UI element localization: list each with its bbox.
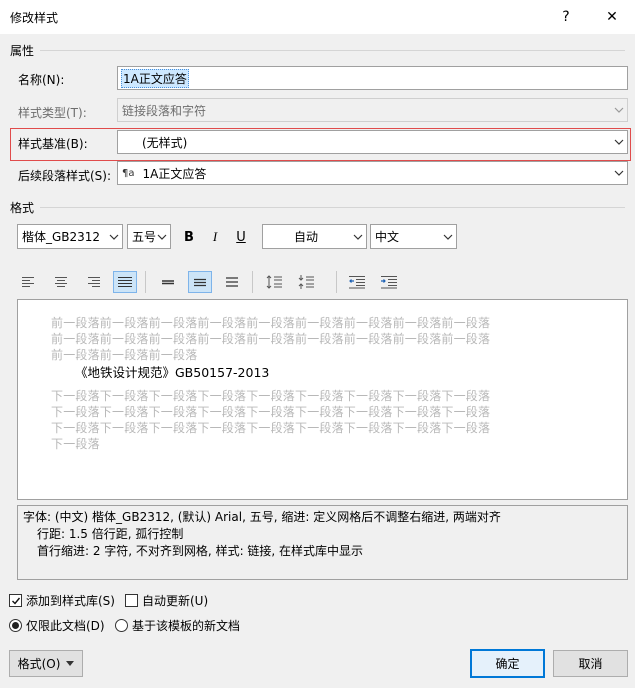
preview-gray-line: 下一段落下一段落下一段落下一段落下一段落下一段落下一段落下一段落下一段落 bbox=[51, 405, 491, 419]
preview-gray-line: 前一段落前一段落前一段落前一段落前一段落前一段落前一段落前一段落前一段落 bbox=[51, 316, 491, 330]
chevron-down-icon[interactable] bbox=[609, 162, 627, 184]
align-right-icon bbox=[88, 277, 100, 287]
checkmark-icon bbox=[11, 597, 20, 605]
properties-divider bbox=[40, 50, 625, 51]
properties-section-label: 属性 bbox=[10, 44, 35, 58]
ok-button[interactable]: 确定 bbox=[470, 649, 545, 678]
align-justify-button[interactable] bbox=[113, 271, 137, 293]
new-documents-radio[interactable] bbox=[115, 619, 128, 632]
title-bar bbox=[0, 0, 635, 34]
script-value: 中文 bbox=[375, 230, 400, 244]
only-this-document-radio[interactable] bbox=[9, 619, 22, 632]
chevron-down-icon[interactable] bbox=[104, 225, 122, 248]
toolbar-divider bbox=[336, 271, 337, 293]
format-divider bbox=[40, 207, 625, 208]
new-documents-label: 基于该模板的新文档 bbox=[132, 619, 241, 633]
name-input[interactable]: 1A正文应答 bbox=[117, 66, 628, 90]
cancel-button[interactable]: 取消 bbox=[553, 650, 628, 677]
line-spacing-single-icon bbox=[162, 280, 174, 285]
increase-paragraph-spacing-button[interactable] bbox=[262, 271, 286, 293]
based-on-value: (无样式) bbox=[142, 135, 188, 150]
preview-next-paragraph: 下一段落下一段落下一段落下一段落下一段落下一段落下一段落下一段落下一段落 下一段… bbox=[51, 388, 490, 452]
preview-gray-line: 下一段落 bbox=[51, 437, 100, 451]
based-on-label: 样式基准(B): bbox=[18, 137, 88, 151]
one-half-spacing-button[interactable] bbox=[188, 271, 212, 293]
add-to-gallery-option[interactable]: 添加到样式库(S) bbox=[9, 592, 115, 609]
line-spacing-onehalf-icon bbox=[194, 278, 206, 287]
align-right-button[interactable] bbox=[81, 271, 105, 293]
name-label: 名称(N): bbox=[18, 73, 65, 87]
decrease-indent-button[interactable] bbox=[345, 271, 369, 293]
name-input-value: 1A正文应答 bbox=[121, 68, 189, 88]
format-section-label: 格式 bbox=[10, 201, 35, 215]
align-center-button[interactable] bbox=[49, 271, 73, 293]
style-description: 字体: (中文) 楷体_GB2312, (默认) Arial, 五号, 缩进: … bbox=[17, 505, 628, 580]
font-select-value: 楷体_GB2312 bbox=[22, 230, 101, 244]
preview-previous-paragraph: 前一段落前一段落前一段落前一段落前一段落前一段落前一段落前一段落前一段落 前一段… bbox=[51, 315, 490, 363]
next-style-label: 后续段落样式(S): bbox=[18, 169, 112, 183]
font-size-select[interactable]: 五号 bbox=[127, 224, 171, 249]
chevron-down-icon[interactable] bbox=[438, 225, 456, 248]
align-left-button[interactable] bbox=[17, 271, 41, 293]
style-type-value: 链接段落和字符 bbox=[122, 103, 207, 118]
description-line: 首行缩进: 2 字符, 不对齐到网格, 样式: 链接, 在样式库中显示 bbox=[37, 544, 364, 558]
preview-gray-line: 前一段落前一段落前一段落 bbox=[51, 348, 198, 362]
paragraph-spacing-decrease-icon bbox=[298, 275, 314, 289]
chevron-down-icon bbox=[609, 99, 627, 121]
double-spacing-button[interactable] bbox=[220, 271, 244, 293]
toolbar-divider bbox=[252, 271, 253, 293]
increase-indent-button[interactable] bbox=[377, 271, 401, 293]
chevron-down-icon[interactable] bbox=[152, 225, 170, 248]
add-to-gallery-checkbox[interactable] bbox=[9, 594, 22, 607]
chevron-down-icon[interactable] bbox=[348, 225, 366, 248]
chevron-down-icon[interactable] bbox=[609, 131, 627, 153]
next-style-select[interactable]: ¶a 1A正文应答 bbox=[117, 161, 628, 185]
auto-update-checkbox[interactable] bbox=[125, 594, 138, 607]
bold-button[interactable]: B bbox=[178, 226, 200, 248]
line-spacing-double-icon bbox=[226, 277, 238, 287]
toolbar-divider bbox=[145, 271, 146, 293]
script-select[interactable]: 中文 bbox=[370, 224, 457, 249]
format-menu-button[interactable]: 格式(O) bbox=[9, 650, 83, 677]
next-style-value: 1A正文应答 bbox=[142, 166, 207, 181]
font-select[interactable]: 楷体_GB2312 bbox=[17, 224, 123, 249]
style-preview-pane: 前一段落前一段落前一段落前一段落前一段落前一段落前一段落前一段落前一段落 前一段… bbox=[17, 299, 628, 500]
preview-gray-line: 前一段落前一段落前一段落前一段落前一段落前一段落前一段落前一段落前一段落 bbox=[51, 332, 491, 346]
close-button[interactable]: ✕ bbox=[592, 4, 632, 30]
underline-button[interactable]: U bbox=[230, 226, 252, 248]
style-type-label: 样式类型(T): bbox=[18, 106, 87, 120]
align-justify-icon bbox=[118, 277, 132, 287]
radio-selected-dot bbox=[12, 622, 19, 629]
italic-button[interactable]: I bbox=[204, 226, 226, 248]
paragraph-style-icon: ¶a bbox=[122, 167, 135, 179]
font-color-value: 自动 bbox=[294, 230, 319, 244]
decrease-paragraph-spacing-button[interactable] bbox=[294, 271, 318, 293]
paragraph-spacing-increase-icon bbox=[266, 275, 282, 289]
preview-sample-text: 《地铁设计规范》GB50157-2013 bbox=[75, 365, 270, 380]
only-this-document-label: 仅限此文档(D) bbox=[26, 619, 105, 633]
format-menu-label: 格式(O) bbox=[17, 657, 61, 671]
auto-update-option[interactable]: 自动更新(U) bbox=[125, 592, 208, 609]
only-this-document-option[interactable]: 仅限此文档(D) bbox=[9, 617, 105, 634]
description-line: 字体: (中文) 楷体_GB2312, (默认) Arial, 五号, 缩进: … bbox=[23, 510, 501, 524]
preview-gray-line: 下一段落下一段落下一段落下一段落下一段落下一段落下一段落下一段落下一段落 bbox=[51, 421, 491, 435]
caret-down-icon bbox=[66, 661, 75, 666]
outdent-icon bbox=[349, 276, 365, 289]
style-type-select: 链接段落和字符 bbox=[117, 98, 628, 122]
single-spacing-button[interactable] bbox=[156, 271, 180, 293]
font-color-select[interactable]: 自动 bbox=[262, 224, 367, 249]
align-left-icon bbox=[22, 277, 34, 287]
preview-gray-line: 下一段落下一段落下一段落下一段落下一段落下一段落下一段落下一段落下一段落 bbox=[51, 389, 491, 403]
window-title: 修改样式 bbox=[10, 11, 59, 25]
add-to-gallery-label: 添加到样式库(S) bbox=[26, 594, 115, 608]
help-button[interactable]: ? bbox=[546, 4, 586, 30]
based-on-select[interactable]: (无样式) bbox=[117, 130, 628, 154]
description-line: 行距: 1.5 倍行距, 孤行控制 bbox=[37, 527, 184, 541]
auto-update-label: 自动更新(U) bbox=[142, 594, 209, 608]
new-documents-option[interactable]: 基于该模板的新文档 bbox=[115, 617, 240, 634]
align-center-icon bbox=[55, 277, 67, 287]
indent-icon bbox=[381, 276, 397, 289]
